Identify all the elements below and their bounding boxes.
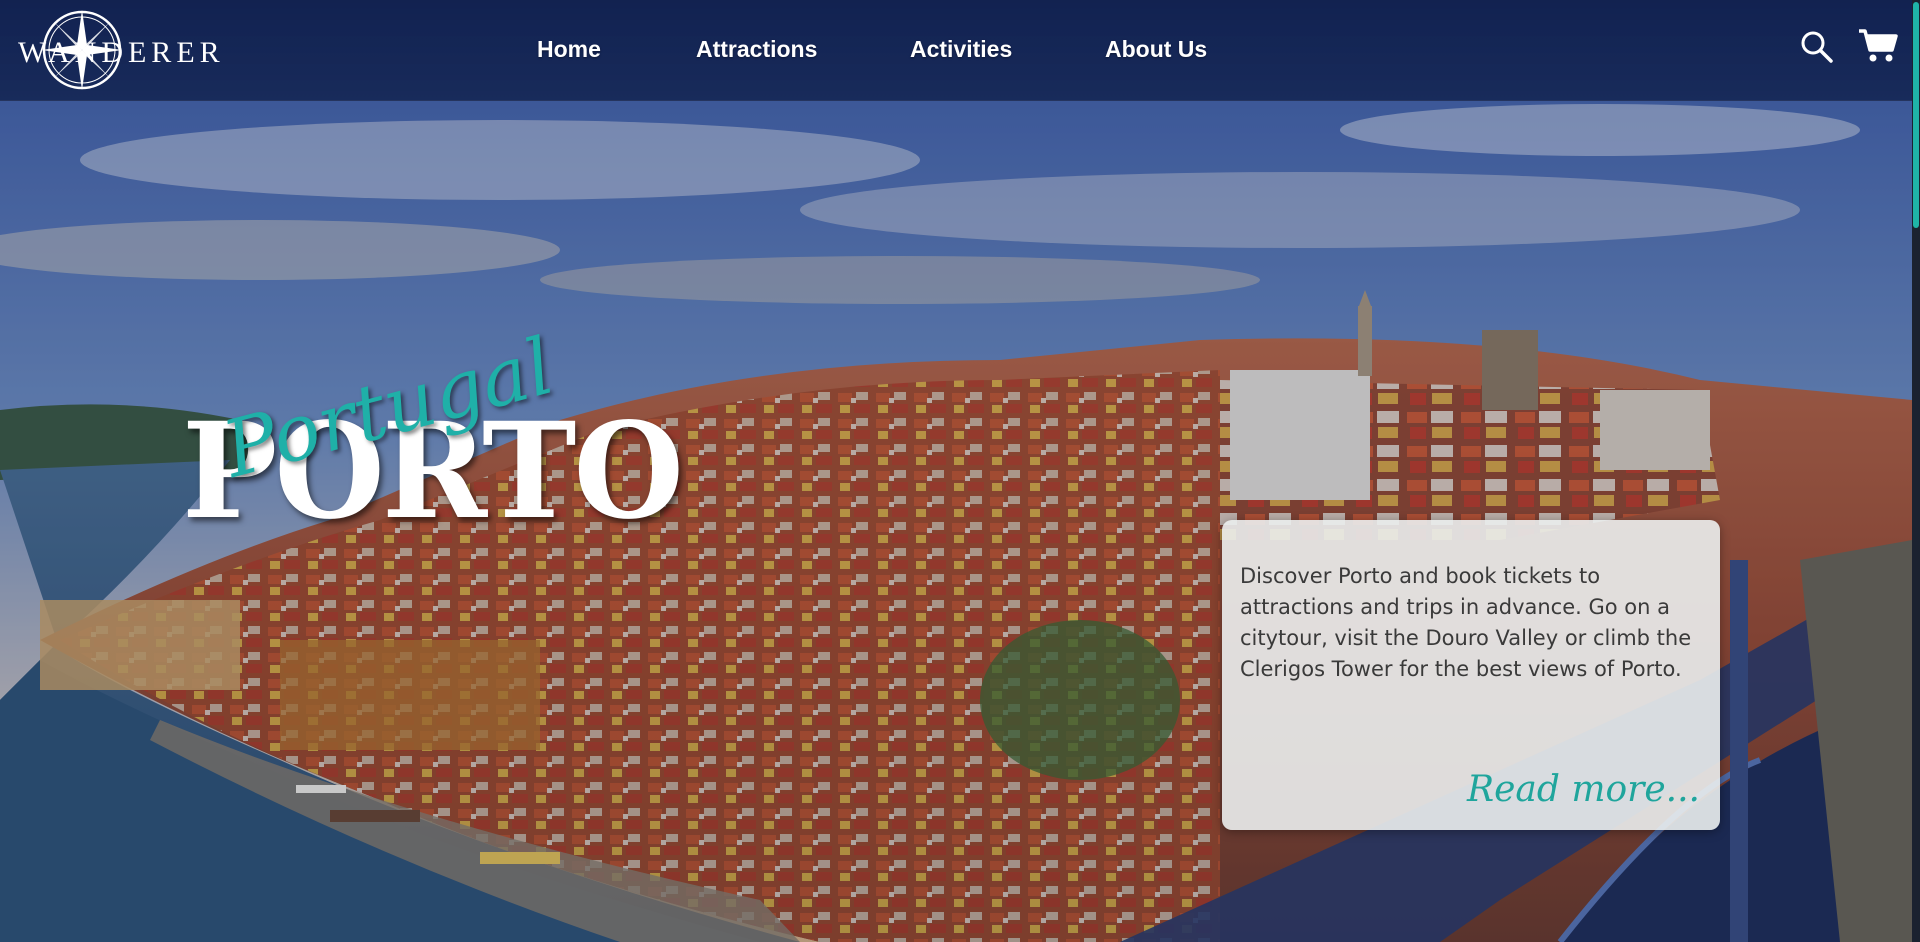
shopping-cart-icon[interactable]	[1858, 28, 1898, 64]
wanderer-logo[interactable]: WANDERER	[18, 8, 228, 92]
nav-attractions-link[interactable]: Attractions	[696, 36, 817, 63]
nav-activities-link[interactable]: Activities	[910, 36, 1012, 63]
logo-text: WANDERER	[18, 36, 225, 69]
page-scrollbar[interactable]	[1912, 0, 1920, 942]
nav-about-link[interactable]: About Us	[1105, 36, 1207, 63]
nav-home-link[interactable]: Home	[537, 36, 601, 63]
read-more-link[interactable]: Read more...	[1467, 769, 1700, 810]
intro-text: Discover Porto and book tickets to attra…	[1240, 564, 1692, 681]
intro-card: Discover Porto and book tickets to attra…	[1222, 520, 1720, 830]
scrollbar-thumb[interactable]	[1913, 2, 1919, 228]
top-nav-bar: WANDERER Home Attractions Activities Abo…	[0, 0, 1912, 101]
search-icon[interactable]	[1800, 30, 1834, 64]
